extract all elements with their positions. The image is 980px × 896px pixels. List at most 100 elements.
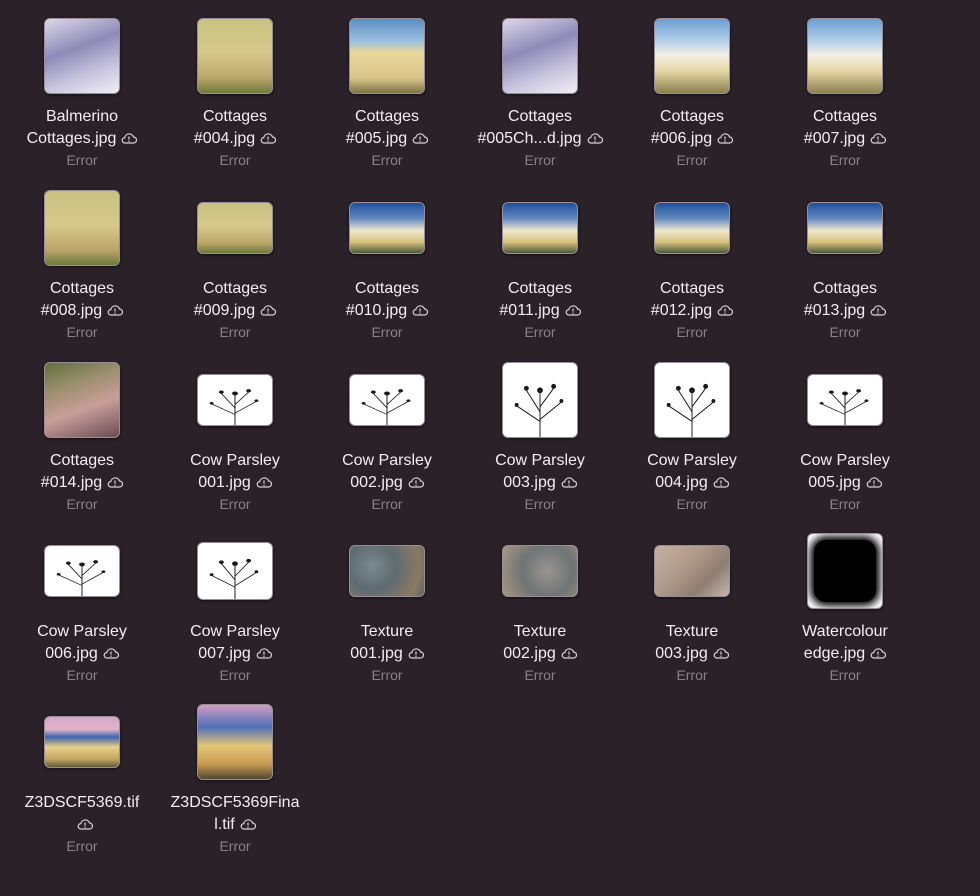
file-name-line-1: Cow Parsley bbox=[464, 450, 616, 472]
file-name-text: #009.jpg bbox=[193, 302, 256, 319]
photo-thumbnail[interactable] bbox=[44, 716, 120, 768]
photo-thumbnail[interactable] bbox=[807, 18, 883, 94]
file-name-text: Watercolour bbox=[802, 623, 888, 640]
cloud-error-icon bbox=[870, 301, 887, 316]
plant-thumbnail[interactable] bbox=[44, 545, 120, 597]
file-name-label: Cow Parsley 002.jpg Error bbox=[311, 450, 463, 514]
thumbnail-container bbox=[616, 358, 768, 442]
photo-thumbnail[interactable] bbox=[44, 190, 120, 266]
plant-thumbnail[interactable] bbox=[654, 362, 730, 438]
cloud-error-icon bbox=[717, 301, 734, 316]
status-text: Error bbox=[66, 324, 98, 340]
texture-thumbnail[interactable] bbox=[654, 545, 730, 597]
plant-thumbnail[interactable] bbox=[197, 542, 273, 600]
file-name-line-1: Cow Parsley bbox=[769, 450, 921, 472]
cloud-error-icon bbox=[412, 301, 429, 316]
file-name-text: Cottages bbox=[49, 452, 115, 469]
file-name-line-1: Cottages bbox=[769, 278, 921, 300]
thumbnail-container bbox=[159, 186, 311, 270]
file-name-line-1: Cottages bbox=[159, 106, 311, 128]
status-text: Error bbox=[524, 152, 556, 168]
file-name-line-2: #007.jpg bbox=[769, 128, 921, 150]
file-name-line-1: Z3DSCF5369.tif bbox=[6, 792, 158, 814]
thumbnail-container bbox=[311, 529, 463, 613]
file-name-line-1: Balmerino bbox=[6, 106, 158, 128]
file-name-text: Cow Parsley bbox=[342, 452, 432, 469]
plant-thumbnail[interactable] bbox=[197, 374, 273, 426]
status-text: Error bbox=[676, 324, 708, 340]
file-name-text: #010.jpg bbox=[345, 302, 408, 319]
thumbnail-container bbox=[6, 529, 158, 613]
texture-thumbnail[interactable] bbox=[349, 545, 425, 597]
file-name-label: Cottages #010.jpg Error bbox=[311, 278, 463, 342]
status-text: Error bbox=[219, 667, 251, 683]
thumbnail-container bbox=[616, 186, 768, 270]
file-name-label: Cottages #011.jpg Error bbox=[464, 278, 616, 342]
file-name-text: Cottages bbox=[354, 108, 420, 125]
status-text: Error bbox=[371, 667, 403, 683]
photo-thumbnail[interactable] bbox=[502, 18, 578, 94]
file-name-line-1: Cottages bbox=[6, 278, 158, 300]
file-name-text: #011.jpg bbox=[499, 302, 560, 319]
file-name-line-1: Watercolour bbox=[769, 621, 921, 643]
file-name-text: 003.jpg bbox=[503, 474, 556, 491]
photo-thumbnail[interactable] bbox=[197, 704, 273, 780]
file-name-text: 002.jpg bbox=[350, 474, 403, 491]
photo-thumbnail[interactable] bbox=[197, 18, 273, 94]
cloud-error-icon bbox=[240, 815, 256, 830]
file-name-text: Cow Parsley bbox=[495, 452, 585, 469]
plant-thumbnail[interactable] bbox=[349, 374, 425, 426]
file-name-text: Cow Parsley bbox=[190, 452, 280, 469]
texture-thumbnail[interactable] bbox=[502, 545, 578, 597]
photo-thumbnail[interactable] bbox=[349, 18, 425, 94]
texture-thumbnail[interactable] bbox=[807, 533, 883, 609]
cloud-error-icon bbox=[561, 644, 577, 659]
status-text: Error bbox=[371, 496, 403, 512]
status-text: Error bbox=[219, 324, 251, 340]
file-name-line-2: 005.jpg bbox=[769, 472, 921, 494]
cloud-error-icon bbox=[870, 129, 887, 144]
thumbnail-container bbox=[311, 14, 463, 98]
cloud-error-icon bbox=[121, 129, 138, 144]
file-name-label: Cottages #008.jpg Error bbox=[6, 278, 158, 342]
photo-thumbnail[interactable] bbox=[44, 18, 120, 94]
file-name-text: #006.jpg bbox=[650, 130, 713, 147]
thumbnail-container bbox=[6, 186, 158, 270]
photo-thumbnail[interactable] bbox=[502, 202, 578, 254]
photo-thumbnail[interactable] bbox=[654, 18, 730, 94]
thumbnail-container bbox=[311, 358, 463, 442]
status-text: Error bbox=[676, 152, 708, 168]
photo-thumbnail[interactable] bbox=[654, 202, 730, 254]
file-name-line-2: #008.jpg bbox=[6, 300, 158, 322]
file-name-text: Cow Parsley bbox=[800, 452, 890, 469]
file-name-label: Balmerino Cottages.jpg Error bbox=[6, 106, 158, 170]
file-name-line-1: Cow Parsley bbox=[311, 450, 463, 472]
photo-thumbnail[interactable] bbox=[197, 202, 273, 254]
plant-thumbnail[interactable] bbox=[807, 374, 883, 426]
file-name-text: 002.jpg bbox=[503, 645, 556, 662]
cloud-error-icon bbox=[408, 644, 424, 659]
plant-thumbnail[interactable] bbox=[502, 362, 578, 438]
file-name-text: Balmerino bbox=[45, 108, 119, 125]
file-name-line-1: Cottages bbox=[464, 278, 616, 300]
photo-thumbnail[interactable] bbox=[349, 202, 425, 254]
photo-thumbnail[interactable] bbox=[807, 202, 883, 254]
status-text: Error bbox=[371, 324, 403, 340]
file-name-line-2: #009.jpg bbox=[159, 300, 311, 322]
file-name-text: Cow Parsley bbox=[37, 623, 127, 640]
file-name-label: Cow Parsley 001.jpg Error bbox=[159, 450, 311, 514]
file-name-text: Cottages bbox=[507, 108, 573, 125]
file-name-text: Texture bbox=[360, 623, 414, 640]
file-name-label: Cottages #009.jpg Error bbox=[159, 278, 311, 342]
file-name-text: l.tif bbox=[214, 816, 235, 833]
file-name-label: Texture 001.jpg Error bbox=[311, 621, 463, 685]
cloud-error-icon bbox=[561, 473, 577, 488]
photo-thumbnail[interactable] bbox=[44, 362, 120, 438]
file-name-text: 005.jpg bbox=[808, 474, 861, 491]
file-name-text: Texture bbox=[665, 623, 719, 640]
thumbnail-container bbox=[159, 529, 311, 613]
cloud-error-icon bbox=[256, 473, 272, 488]
cloud-error-icon bbox=[565, 301, 581, 316]
file-name-text: Cow Parsley bbox=[190, 623, 280, 640]
file-name-line-2: 003.jpg bbox=[616, 643, 768, 665]
